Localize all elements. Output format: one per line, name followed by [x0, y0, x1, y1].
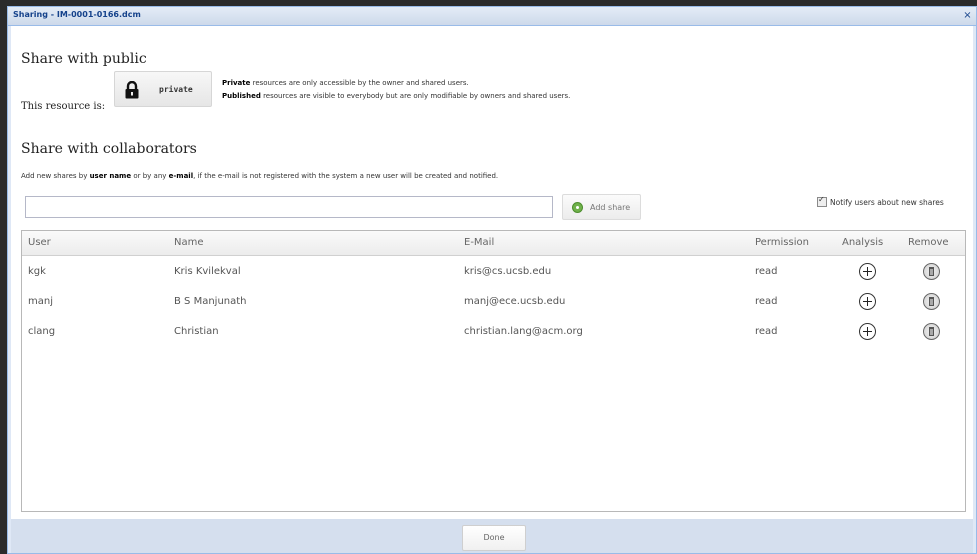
table-row[interactable]: clang Christian christian.lang@acm.org r… — [22, 318, 965, 348]
column-header-name[interactable]: Name — [174, 237, 204, 248]
published-description: Published resources are visible to every… — [222, 92, 570, 100]
sharing-dialog: Sharing - IM-0001-0166.dcm × Share with … — [7, 6, 977, 554]
add-share-description: Add new shares by user name or by any e-… — [21, 172, 498, 180]
row-name: Kris Kvilekval — [174, 266, 241, 277]
share-user-input[interactable] — [25, 196, 553, 218]
dialog-title: Sharing - IM-0001-0166.dcm — [13, 10, 141, 19]
lock-icon — [125, 81, 139, 99]
add-icon — [572, 202, 583, 213]
row-permission[interactable]: read — [755, 296, 778, 307]
published-text: resources are visible to everybody but a… — [260, 92, 571, 100]
dialog-titlebar[interactable]: Sharing - IM-0001-0166.dcm × — [8, 7, 976, 26]
column-header-email[interactable]: E-Mail — [464, 237, 494, 248]
analysis-plus-icon[interactable] — [859, 293, 876, 310]
remove-trash-icon[interactable] — [923, 293, 940, 310]
visibility-status-label: private — [159, 85, 193, 94]
add-desc-email: e-mail — [168, 172, 194, 180]
remove-trash-icon[interactable] — [923, 323, 940, 340]
column-header-user[interactable]: User — [28, 237, 51, 248]
resource-status-label: This resource is: — [21, 101, 106, 112]
grid-header: User Name E-Mail Permission Analysis Rem… — [22, 231, 965, 256]
private-term: Private — [222, 79, 251, 87]
row-user: kgk — [28, 266, 46, 277]
table-row[interactable]: manj B S Manjunath manj@ece.ucsb.edu rea… — [22, 288, 965, 318]
add-desc-username: user name — [89, 172, 132, 180]
add-desc-text-2: or by any — [131, 172, 169, 180]
row-permission[interactable]: read — [755, 326, 778, 337]
notify-checkbox[interactable] — [817, 195, 827, 207]
column-header-analysis[interactable]: Analysis — [842, 237, 883, 248]
row-user: manj — [28, 296, 53, 307]
row-user: clang — [28, 326, 56, 337]
table-row[interactable]: kgk Kris Kvilekval kris@cs.ucsb.edu read — [22, 258, 965, 288]
add-desc-text-3: , if the e-mail is not registered with t… — [193, 172, 499, 180]
add-desc-text-1: Add new shares by — [21, 172, 90, 180]
done-button[interactable]: Done — [462, 525, 526, 551]
notify-label: Notify users about new shares — [830, 198, 944, 207]
notify-users-option[interactable]: Notify users about new shares — [817, 195, 944, 208]
shares-grid: User Name E-Mail Permission Analysis Rem… — [21, 230, 966, 512]
add-share-button[interactable]: Add share — [562, 194, 641, 220]
private-description: Private resources are only accessible by… — [222, 79, 469, 87]
close-icon[interactable]: × — [962, 10, 973, 21]
visibility-toggle-button[interactable]: private — [114, 71, 212, 107]
column-header-permission[interactable]: Permission — [755, 237, 809, 248]
row-email: christian.lang@acm.org — [464, 326, 583, 337]
row-email: kris@cs.ucsb.edu — [464, 266, 552, 277]
column-header-remove[interactable]: Remove — [908, 237, 949, 248]
private-text: resources are only accessible by the own… — [250, 79, 469, 87]
published-term: Published — [222, 92, 261, 100]
dialog-footer: Done — [11, 519, 973, 553]
row-email: manj@ece.ucsb.edu — [464, 296, 566, 307]
row-name: Christian — [174, 326, 219, 337]
remove-trash-icon[interactable] — [923, 263, 940, 280]
analysis-plus-icon[interactable] — [859, 263, 876, 280]
row-name: B S Manjunath — [174, 296, 247, 307]
row-permission[interactable]: read — [755, 266, 778, 277]
share-public-heading: Share with public — [21, 51, 147, 67]
dialog-body: Share with public This resource is: priv… — [11, 26, 973, 519]
share-collaborators-heading: Share with collaborators — [21, 141, 197, 157]
add-share-label: Add share — [590, 203, 631, 212]
analysis-plus-icon[interactable] — [859, 323, 876, 340]
